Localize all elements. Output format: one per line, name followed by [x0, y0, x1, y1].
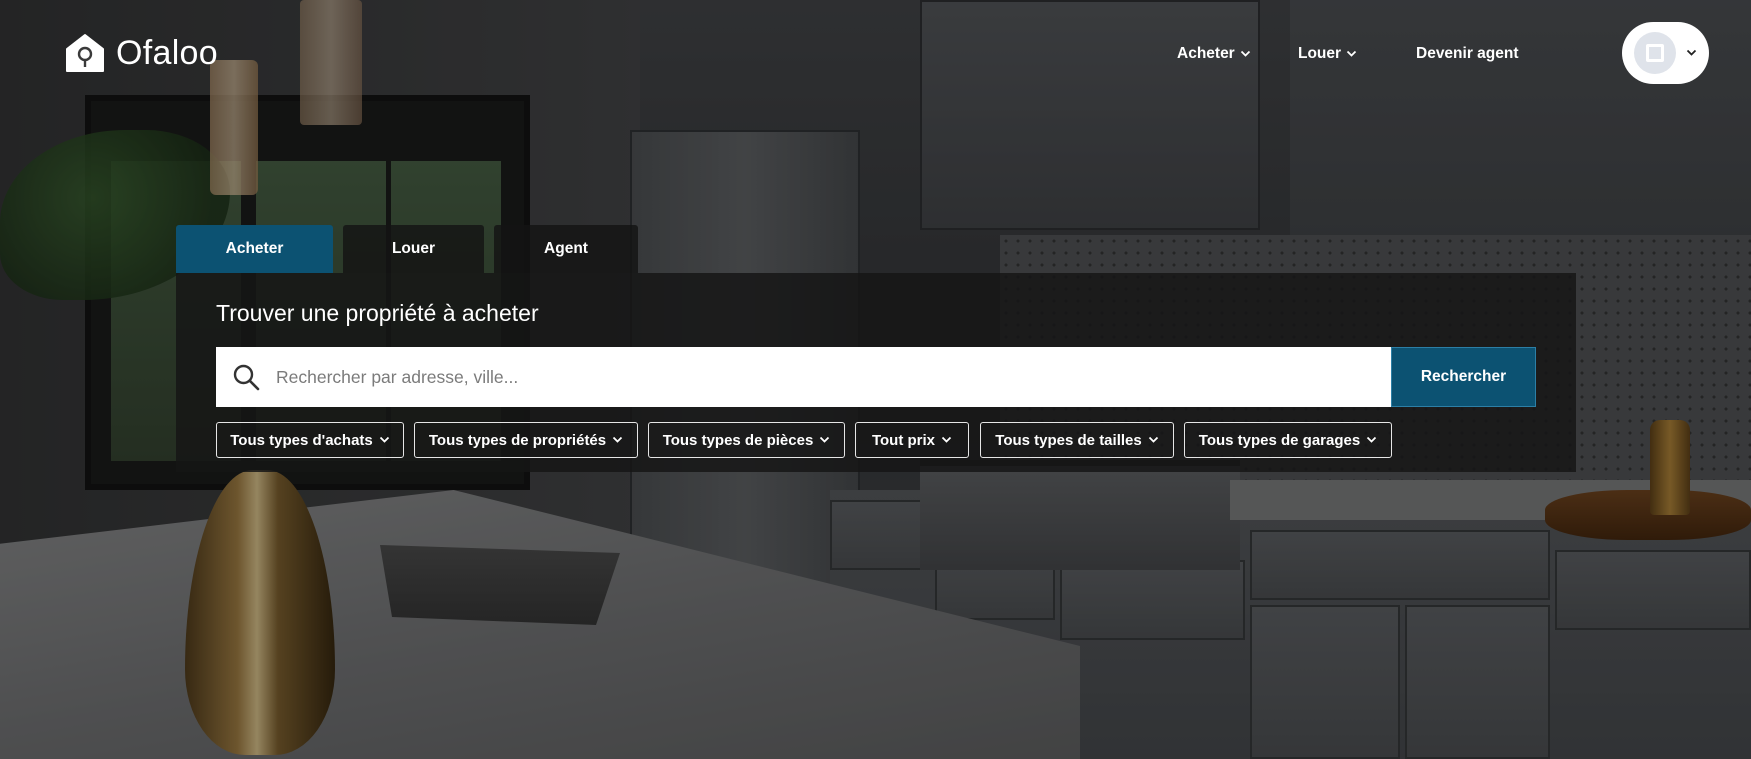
chevron-down-icon: [1367, 436, 1377, 443]
filter-label: Tous types de tailles: [995, 431, 1142, 449]
filter-purchase-type[interactable]: Tous types d'achats: [216, 422, 404, 458]
filter-label: Tous types de garages: [1198, 431, 1361, 449]
filter-garage[interactable]: Tous types de garages: [1184, 422, 1392, 458]
tab-louer[interactable]: Louer: [343, 225, 484, 273]
user-avatar-icon: [1634, 32, 1676, 74]
search-panel: Trouver une propriété à acheter Recherch…: [176, 273, 1576, 472]
nav-acheter[interactable]: Acheter: [1177, 45, 1251, 63]
filter-label: Tous types de pièces: [662, 431, 814, 449]
search-input[interactable]: [276, 366, 1376, 388]
chevron-down-icon: [941, 436, 952, 443]
nav-devenir-agent[interactable]: Devenir agent: [1416, 45, 1519, 63]
tab-acheter[interactable]: Acheter: [176, 225, 333, 273]
brand-logo[interactable]: Ofaloo: [64, 32, 218, 74]
user-menu-button[interactable]: [1622, 22, 1709, 84]
filter-size[interactable]: Tous types de tailles: [980, 422, 1174, 458]
nav-louer[interactable]: Louer: [1298, 45, 1357, 63]
filter-label: Tous types d'achats: [230, 431, 373, 449]
chevron-down-icon: [820, 436, 830, 443]
chevron-down-icon: [1148, 436, 1158, 443]
nav-devenir-agent-label: Devenir agent: [1416, 45, 1519, 62]
search-icon: [233, 364, 260, 391]
nav-louer-label: Louer: [1298, 45, 1342, 62]
filter-label: Tous types de propriétés: [428, 431, 607, 449]
chevron-down-icon: [1686, 49, 1697, 56]
search-panel-title: Trouver une propriété à acheter: [216, 300, 539, 326]
site-header: Ofaloo Acheter Louer Devenir agent: [0, 0, 1751, 110]
chevron-down-icon: [1346, 50, 1357, 57]
brand-name: Ofaloo: [116, 33, 218, 72]
filter-property-type[interactable]: Tous types de propriétés: [414, 422, 638, 458]
house-icon: [66, 34, 104, 72]
chevron-down-icon: [379, 436, 389, 443]
filter-label: Tout prix: [871, 431, 936, 449]
chevron-down-icon: [1240, 50, 1250, 57]
search-box: [216, 347, 1400, 407]
filter-price[interactable]: Tout prix: [855, 422, 969, 458]
chevron-down-icon: [612, 436, 623, 443]
search-button[interactable]: Rechercher: [1391, 347, 1536, 407]
tab-agent[interactable]: Agent: [494, 225, 638, 273]
nav-acheter-label: Acheter: [1177, 45, 1235, 62]
search-tabs: Acheter Louer Agent: [176, 225, 638, 273]
filter-rooms[interactable]: Tous types de pièces: [648, 422, 845, 458]
